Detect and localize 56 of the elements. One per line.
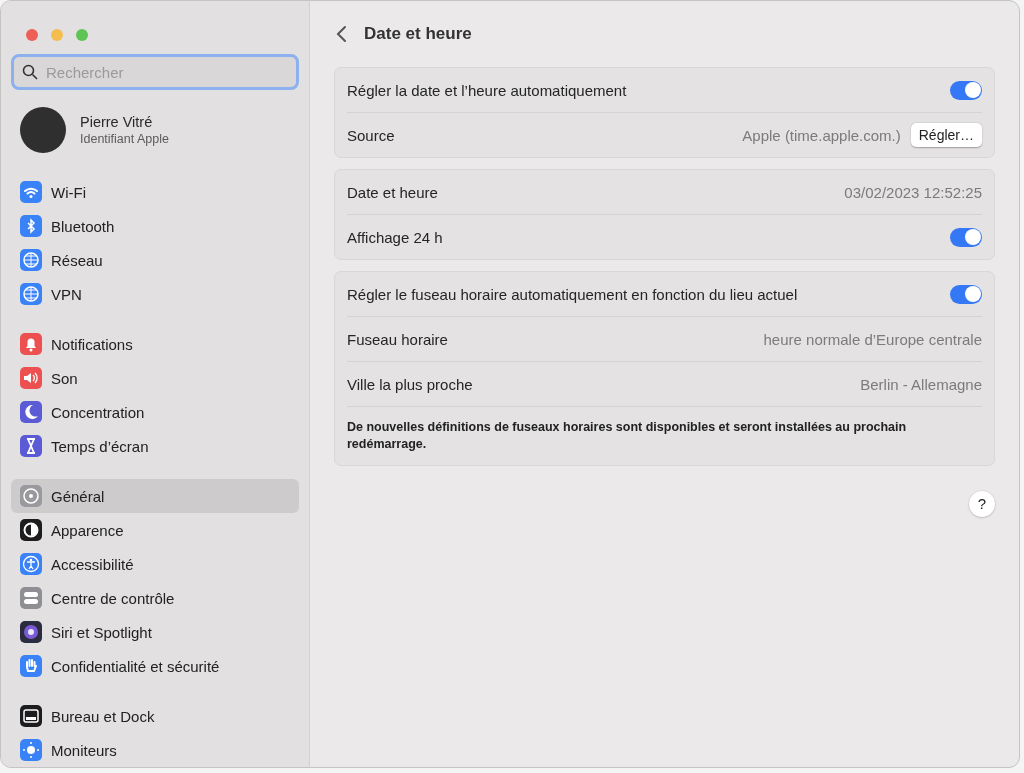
sidebar-item[interactable]: Notifications bbox=[11, 327, 299, 361]
setting-value: Apple (time.apple.com.) bbox=[742, 126, 901, 144]
sidebar-item[interactable]: Concentration bbox=[11, 395, 299, 429]
setting-label: Fuseau horaire bbox=[347, 330, 448, 348]
sun-icon bbox=[20, 739, 42, 761]
bell-icon bbox=[20, 333, 42, 355]
info-note: De nouvelles définitions de fuseaux horaires sont disponibles et seront installées au prochain redémarrage. bbox=[347, 419, 908, 453]
sidebar-item[interactable]: Siri et Spotlight bbox=[11, 615, 299, 649]
toggle-switch[interactable] bbox=[950, 284, 982, 304]
sidebar-item[interactable]: Wi-Fi bbox=[11, 175, 299, 209]
sidebar-item[interactable]: Moniteurs bbox=[11, 733, 299, 767]
sidebar-item[interactable]: Apparence bbox=[11, 513, 299, 547]
back-icon[interactable] bbox=[336, 25, 348, 43]
switches-icon bbox=[20, 587, 42, 609]
hourglass-icon bbox=[20, 435, 42, 457]
close-icon[interactable] bbox=[26, 29, 38, 41]
search-field[interactable]: Rechercher bbox=[11, 54, 299, 90]
globe-icon bbox=[20, 249, 42, 271]
toggle-switch[interactable] bbox=[950, 227, 982, 247]
setting-label: Affichage 24 h bbox=[347, 228, 443, 246]
accessibility-icon bbox=[20, 553, 42, 575]
globe-icon bbox=[20, 283, 42, 305]
sidebar-item[interactable]: Accessibilité bbox=[11, 547, 299, 581]
profile-subtitle: Identifiant Apple bbox=[80, 132, 169, 146]
orb-icon bbox=[20, 621, 42, 643]
setting-label: Source bbox=[347, 126, 395, 144]
avatar-photo-placeholder[interactable] bbox=[20, 107, 66, 153]
toggle-switch[interactable] bbox=[950, 80, 982, 100]
hand-icon bbox=[20, 655, 42, 677]
wifi-icon bbox=[20, 181, 42, 203]
setting-label: Régler le fuseau horaire automatiquement en fonction du lieu actuel bbox=[347, 285, 798, 303]
sidebar-item[interactable]: Bureau et Dock bbox=[11, 699, 299, 733]
sidebar-item[interactable]: Réseau bbox=[11, 243, 299, 277]
speaker-icon bbox=[20, 367, 42, 389]
dock-icon bbox=[20, 705, 42, 727]
setting-label: Régler la date et l’heure automatiquement bbox=[347, 81, 627, 99]
bluetooth-icon bbox=[20, 215, 42, 237]
setting-label: Date et heure bbox=[347, 183, 438, 201]
profile-name: Pierre Vitré bbox=[80, 114, 154, 130]
setting-value: heure normale d’Europe centrale bbox=[763, 330, 982, 348]
setting-label: Ville la plus proche bbox=[347, 375, 473, 393]
help-button[interactable]: ? bbox=[969, 490, 995, 517]
moon-icon bbox=[20, 401, 42, 423]
search-icon bbox=[22, 64, 38, 80]
sidebar-item[interactable]: Centre de contrôle bbox=[11, 581, 299, 615]
sidebar-item[interactable]: Son bbox=[11, 361, 299, 395]
contrast-icon bbox=[20, 519, 42, 541]
setting-value: 03/02/2023 12:52:25 bbox=[844, 183, 982, 201]
set-button[interactable]: Régler… bbox=[910, 123, 982, 147]
sidebar-item[interactable]: Confidentialité et sécurité bbox=[11, 649, 299, 683]
sidebar-item[interactable]: Général bbox=[11, 479, 299, 513]
setting-value: Berlin - Allemagne bbox=[860, 375, 982, 393]
page-title: Date et heure bbox=[364, 24, 472, 44]
sidebar-item[interactable]: Temps d’écran bbox=[11, 429, 299, 463]
sidebar-item[interactable]: VPN bbox=[11, 277, 299, 311]
sidebar-item[interactable]: Bluetooth bbox=[11, 209, 299, 243]
